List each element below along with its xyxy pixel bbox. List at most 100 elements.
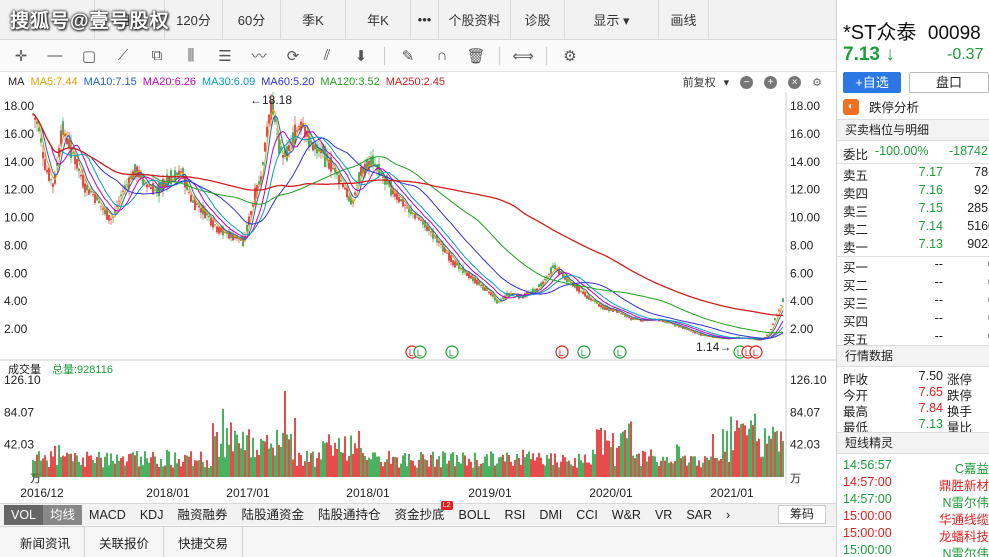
indicator-tab-2[interactable]: MACD xyxy=(82,505,133,525)
candle-body xyxy=(782,298,784,302)
gear-icon[interactable]: ⚙ xyxy=(553,42,587,70)
volume-bar xyxy=(114,463,116,477)
wave-tool-icon[interactable]: 〰 xyxy=(242,42,276,70)
bottom-tab-1[interactable]: 关联报价 xyxy=(85,527,165,557)
volume-bar xyxy=(712,433,714,477)
volume-bar xyxy=(478,466,480,477)
bottom-tab-2[interactable]: 快捷交易 xyxy=(164,527,244,557)
order-book-row: 卖二 7.14 5160 xyxy=(843,219,989,237)
candle-body xyxy=(360,166,362,176)
flash-item[interactable]: 15:00:00 华通线缆 xyxy=(843,509,989,527)
volume-bar xyxy=(548,458,550,477)
volume-bar xyxy=(508,455,510,477)
indicator-tab-3[interactable]: KDJ xyxy=(133,505,171,525)
gann-tool-icon[interactable]: ⫼ xyxy=(174,42,208,70)
indicator-tab-15[interactable]: › xyxy=(719,505,737,525)
volume-bar xyxy=(448,460,450,477)
crosshair-icon[interactable]: ✛ xyxy=(4,42,38,70)
period-tab-10[interactable]: 画线 xyxy=(659,0,709,39)
magnet-icon[interactable]: ∩ xyxy=(425,42,459,70)
period-tab-4[interactable]: 季K xyxy=(281,0,346,39)
kline-chart[interactable]: 18.00 18.00 16.00 16.00 14.00 14.00 12.00 12.00… xyxy=(0,92,836,484)
volume-bar xyxy=(416,467,418,477)
y-tick-left: 14.00 xyxy=(4,155,34,169)
indicator-tab-14[interactable]: SAR xyxy=(679,505,719,525)
cycle-tool-icon[interactable]: ⟳ xyxy=(276,42,310,70)
volume-bar xyxy=(696,465,698,477)
settings-icon[interactable]: ⚙ xyxy=(812,76,822,89)
indicator-tab-4[interactable]: 融资融券 xyxy=(170,505,234,525)
indicator-tab-13[interactable]: VR xyxy=(648,505,679,525)
volume-bar xyxy=(136,450,138,477)
volume-bar xyxy=(314,466,316,477)
limit-analysis[interactable]: ◐ 跌停分析 xyxy=(843,97,919,116)
line-tool-icon[interactable]: — xyxy=(38,42,72,70)
candle-body xyxy=(770,329,772,331)
volume-bar xyxy=(272,447,274,477)
add-watchlist-button[interactable]: +自选 xyxy=(843,72,901,93)
volume-bar xyxy=(738,427,740,477)
bottom-tab-0[interactable]: 新闻资讯 xyxy=(6,527,86,557)
channel-tool-icon[interactable]: ⧉ xyxy=(140,42,174,70)
candle-body xyxy=(44,159,46,170)
volume-bar xyxy=(106,452,108,477)
market-depth-button[interactable]: 盘口 xyxy=(909,72,989,93)
period-tab-6[interactable]: ••• xyxy=(411,0,439,39)
volume-bar xyxy=(392,456,394,477)
candle-body xyxy=(628,317,630,319)
resize-horizontal-icon[interactable]: ⟺ xyxy=(506,42,540,70)
volume-bar xyxy=(672,463,674,477)
eraser-icon[interactable]: ✎ xyxy=(391,42,425,70)
fib-tool-icon[interactable]: ⫽ xyxy=(310,42,344,70)
candle-body xyxy=(200,208,202,213)
volume-bar xyxy=(646,461,648,477)
indicator-tab-7[interactable]: 资金抄底 L2 xyxy=(388,500,453,525)
indicator-tab-11[interactable]: CCI xyxy=(569,505,605,525)
restore-chevron-icon[interactable]: ▾ xyxy=(724,76,730,89)
event-marker-letter: L xyxy=(409,348,414,358)
volume-bar xyxy=(60,457,62,477)
volume-bar xyxy=(762,456,764,477)
text-tool-icon[interactable]: ☰ xyxy=(208,42,242,70)
period-tab-9[interactable]: 显示 ▾ xyxy=(565,0,659,39)
indicator-tab-5[interactable]: 陆股通资金 xyxy=(234,505,311,525)
flash-item[interactable]: 15:00:00 N雷尔伟 xyxy=(843,543,989,557)
volume-bar xyxy=(228,444,230,477)
period-tab-8[interactable]: 诊股 xyxy=(511,0,565,39)
indicator-tab-8[interactable]: BOLL xyxy=(452,505,498,525)
indicator-tab-6[interactable]: 陆股通持仓 xyxy=(311,505,388,525)
indicator-tab-0[interactable]: VOL xyxy=(4,504,44,525)
plus-icon[interactable]: + xyxy=(764,75,778,89)
volume-bar xyxy=(522,449,524,477)
trash-icon[interactable]: 🗑 xyxy=(459,42,493,70)
volume-bar xyxy=(718,460,720,477)
restore-dropdown[interactable]: 前复权 xyxy=(683,74,716,90)
volume-bar xyxy=(34,460,36,477)
period-tab-7[interactable]: 个股资料 xyxy=(439,0,511,39)
flash-time: 14:56:57 xyxy=(843,458,892,472)
period-tab-5[interactable]: 年K xyxy=(346,0,411,39)
flash-item[interactable]: 14:57:00 N雷尔伟 xyxy=(843,492,989,510)
flash-item[interactable]: 14:57:00 鼎胜新材 xyxy=(843,475,989,493)
flash-item[interactable]: 15:00:00 龙蟠科技 xyxy=(843,526,989,544)
volume-bar xyxy=(282,432,284,477)
indicator-tab-1[interactable]: 均线 xyxy=(43,504,83,525)
candle-body xyxy=(582,291,584,294)
fan-tool-icon[interactable]: ⟋ xyxy=(106,42,140,70)
volume-bar xyxy=(568,460,570,477)
period-tab-2[interactable]: 120分 xyxy=(165,0,223,39)
minus-icon[interactable]: − xyxy=(740,75,754,89)
period-tab-3[interactable]: 60分 xyxy=(223,0,281,39)
volume-bar xyxy=(532,453,534,477)
rectangle-tool-icon[interactable]: ▢ xyxy=(72,42,106,70)
indicator-tab-9[interactable]: RSI xyxy=(498,505,533,525)
arrow-down-tool-icon[interactable]: ⬇ xyxy=(344,42,378,70)
candle-body xyxy=(82,174,84,188)
indicator-tab-12[interactable]: W&R xyxy=(605,505,648,525)
flash-item[interactable]: 14:56:57 C嘉益 xyxy=(843,458,989,476)
volume-bar xyxy=(252,437,254,477)
close-icon[interactable]: × xyxy=(788,75,802,89)
indicator-tab-10[interactable]: DMI xyxy=(532,505,569,525)
chip-distribution-button[interactable]: 筹码 xyxy=(778,505,826,524)
volume-bar xyxy=(460,463,462,477)
